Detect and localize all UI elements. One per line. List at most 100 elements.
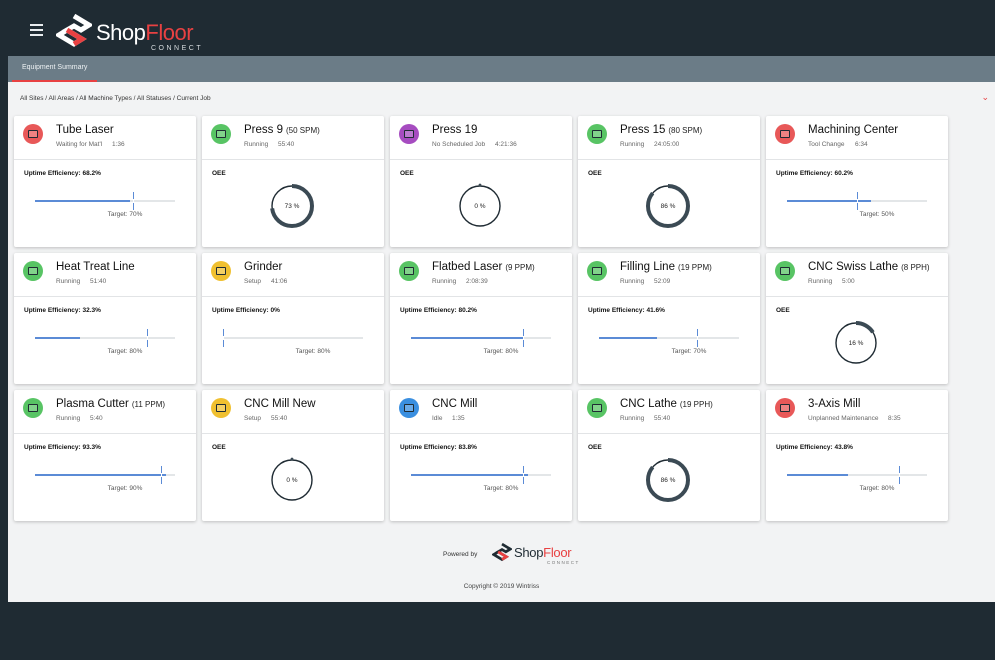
target-marker: [697, 329, 699, 347]
oee-label: OEE: [588, 170, 602, 177]
target-marker: [899, 466, 901, 484]
uptime-efficiency-label: Uptime Efficiency: 93.3%: [24, 444, 101, 451]
target-marker: [147, 329, 149, 347]
machine-name: Plasma Cutter (11 PPM): [56, 398, 166, 410]
breadcrumb[interactable]: All Sites / All Areas / All Machine Type…: [20, 95, 211, 102]
oee-label: OEE: [400, 170, 414, 177]
machine-status: Running: [808, 278, 833, 285]
machine-rate: (19 PPH): [679, 400, 713, 409]
equipment-card[interactable]: 3-Axis Mill Unplanned Maintenance 8:35 Upti…: [766, 390, 948, 521]
uptime-bar: [35, 329, 175, 347]
status-duration: 6:34: [855, 141, 868, 148]
card-header: CNC Swiss Lathe (8 PPH) Running 5:00: [766, 253, 948, 297]
machine-rate: (80 SPM): [668, 126, 703, 135]
lathe-icon: [587, 398, 607, 418]
tab-equipment-summary[interactable]: Equipment Summary: [12, 56, 98, 82]
machine-name: CNC Swiss Lathe (8 PPH): [808, 261, 930, 273]
equipment-card[interactable]: Press 15 (80 SPM) Running 24:05:00 OEE 86 %: [578, 116, 760, 247]
oee-label: OEE: [588, 444, 602, 451]
machine-status: Running: [620, 278, 645, 285]
uptime-bar-fill: [599, 337, 658, 339]
equipment-card[interactable]: Heat Treat Line Running 51:40 Uptime Effici…: [14, 253, 196, 384]
status-duration: 8:35: [888, 415, 901, 422]
uptime-efficiency-label: Uptime Efficiency: 41.6%: [588, 307, 665, 314]
uptime-efficiency-label: Uptime Efficiency: 60.2%: [776, 170, 853, 177]
machine-name: CNC Mill: [432, 398, 478, 410]
card-header: Filling Line (19 PPM) Running 52:09: [578, 253, 760, 297]
equipment-card[interactable]: Grinder Setup 41:06 Uptime Efficiency: 0% Ta…: [202, 253, 384, 384]
target-label: Target: 50%: [859, 211, 895, 218]
status-duration: 5:40: [90, 415, 103, 422]
target-marker: [223, 329, 225, 347]
equipment-card[interactable]: Tube Laser Waiting for Mat'l 1:36 Uptime Ef…: [14, 116, 196, 247]
machine-icon: [211, 261, 231, 281]
target-marker: [857, 192, 859, 210]
uptime-efficiency-label: Uptime Efficiency: 80.2%: [400, 307, 477, 314]
equipment-card[interactable]: Machining Center Tool Change 6:34 Uptime Ef…: [766, 116, 948, 247]
machine-name: CNC Mill New: [244, 398, 316, 410]
uptime-efficiency-label: Uptime Efficiency: 0%: [212, 307, 280, 314]
status-duration: 5:00: [842, 278, 855, 285]
target-marker: [523, 466, 525, 484]
oee-value: 0 %: [286, 476, 298, 484]
equipment-card[interactable]: Press 19 No Scheduled Job 4:21:36 OEE 0 %: [390, 116, 572, 247]
uptime-bar-fill: [787, 200, 872, 202]
machine-rate: (9 PPM): [505, 263, 535, 272]
uptime-bar: [787, 192, 927, 210]
top-bar: ShopFloor CONNECT: [8, 4, 995, 56]
card-header: 3-Axis Mill Unplanned Maintenance 8:35: [766, 390, 948, 434]
uptime-efficiency-label: Uptime Efficiency: 68.2%: [24, 170, 101, 177]
status-duration: 55:40: [278, 141, 295, 148]
oee-label: OEE: [212, 444, 226, 451]
status-duration: 1:36: [112, 141, 125, 148]
footer-logo: ShopFloor CONNECT: [491, 542, 578, 570]
brand-name: ShopFloor: [96, 20, 194, 45]
footer-brand-sub: CONNECT: [547, 560, 580, 565]
machine-icon: [399, 398, 419, 418]
target-label: Target: 80%: [107, 348, 143, 355]
target-label: Target: 70%: [671, 348, 707, 355]
machine-status: No Scheduled Job: [432, 141, 486, 148]
oee-label: OEE: [776, 307, 790, 314]
machine-status: Running: [432, 278, 457, 285]
equipment-card[interactable]: CNC Mill Idle 1:35 Uptime Efficiency: 83.8%…: [390, 390, 572, 521]
status-duration: 24:05:00: [654, 141, 680, 148]
target-marker: [523, 329, 525, 347]
equipment-card[interactable]: CNC Lathe (19 PPH) Running 55:40 OEE 86 %: [578, 390, 760, 521]
machine-name: Machining Center: [808, 124, 899, 136]
machine-name: CNC Lathe (19 PPH): [620, 398, 713, 410]
status-duration: 51:40: [90, 278, 107, 285]
machine-rate: (11 PPM): [131, 400, 166, 409]
uptime-bar-fill: [411, 337, 524, 339]
card-header: Press 19 No Scheduled Job 4:21:36: [390, 116, 572, 160]
oee-value: 16 %: [848, 339, 864, 347]
card-header: Machining Center Tool Change 6:34: [766, 116, 948, 160]
footer-brand-name: ShopFloor: [514, 545, 572, 560]
card-header: CNC Mill Idle 1:35: [390, 390, 572, 434]
equipment-card[interactable]: Flatbed Laser (9 PPM) Running 2:08:39 Uptime…: [390, 253, 572, 384]
equipment-card[interactable]: CNC Swiss Lathe (8 PPH) Running 5:00 OEE 16 %: [766, 253, 948, 384]
chevron-down-icon[interactable]: ⌄: [981, 92, 989, 103]
machine-name: Press 15 (80 SPM): [620, 124, 703, 136]
equipment-card[interactable]: Press 9 (50 SPM) Running 55:40 OEE 73 %: [202, 116, 384, 247]
equipment-card[interactable]: Filling Line (19 PPM) Running 52:09 Uptime E…: [578, 253, 760, 384]
machine-status: Running: [56, 278, 81, 285]
hamburger-icon[interactable]: [30, 24, 43, 36]
laser-icon: [23, 124, 43, 144]
card-header: CNC Lathe (19 PPH) Running 55:40: [578, 390, 760, 434]
target-label: Target: 80%: [483, 348, 519, 355]
equipment-card[interactable]: Plasma Cutter (11 PPM) Running 5:40 Uptime E…: [14, 390, 196, 521]
press-icon: [587, 124, 607, 144]
machine-name: Filling Line (19 PPM): [620, 261, 712, 273]
machine-name: 3-Axis Mill: [808, 398, 861, 410]
machine-status: Setup: [244, 415, 261, 422]
uptime-bar-fill: [35, 337, 81, 339]
status-duration: 55:40: [271, 415, 288, 422]
oee-value: 86 %: [660, 202, 676, 210]
equipment-card[interactable]: CNC Mill New Setup 55:40 OEE 0 %: [202, 390, 384, 521]
uptime-bar: [411, 466, 551, 484]
press-icon: [211, 124, 231, 144]
uptime-bar-fill: [35, 474, 166, 476]
machine-name: Tube Laser: [56, 124, 114, 136]
machine-icon: [23, 398, 43, 418]
